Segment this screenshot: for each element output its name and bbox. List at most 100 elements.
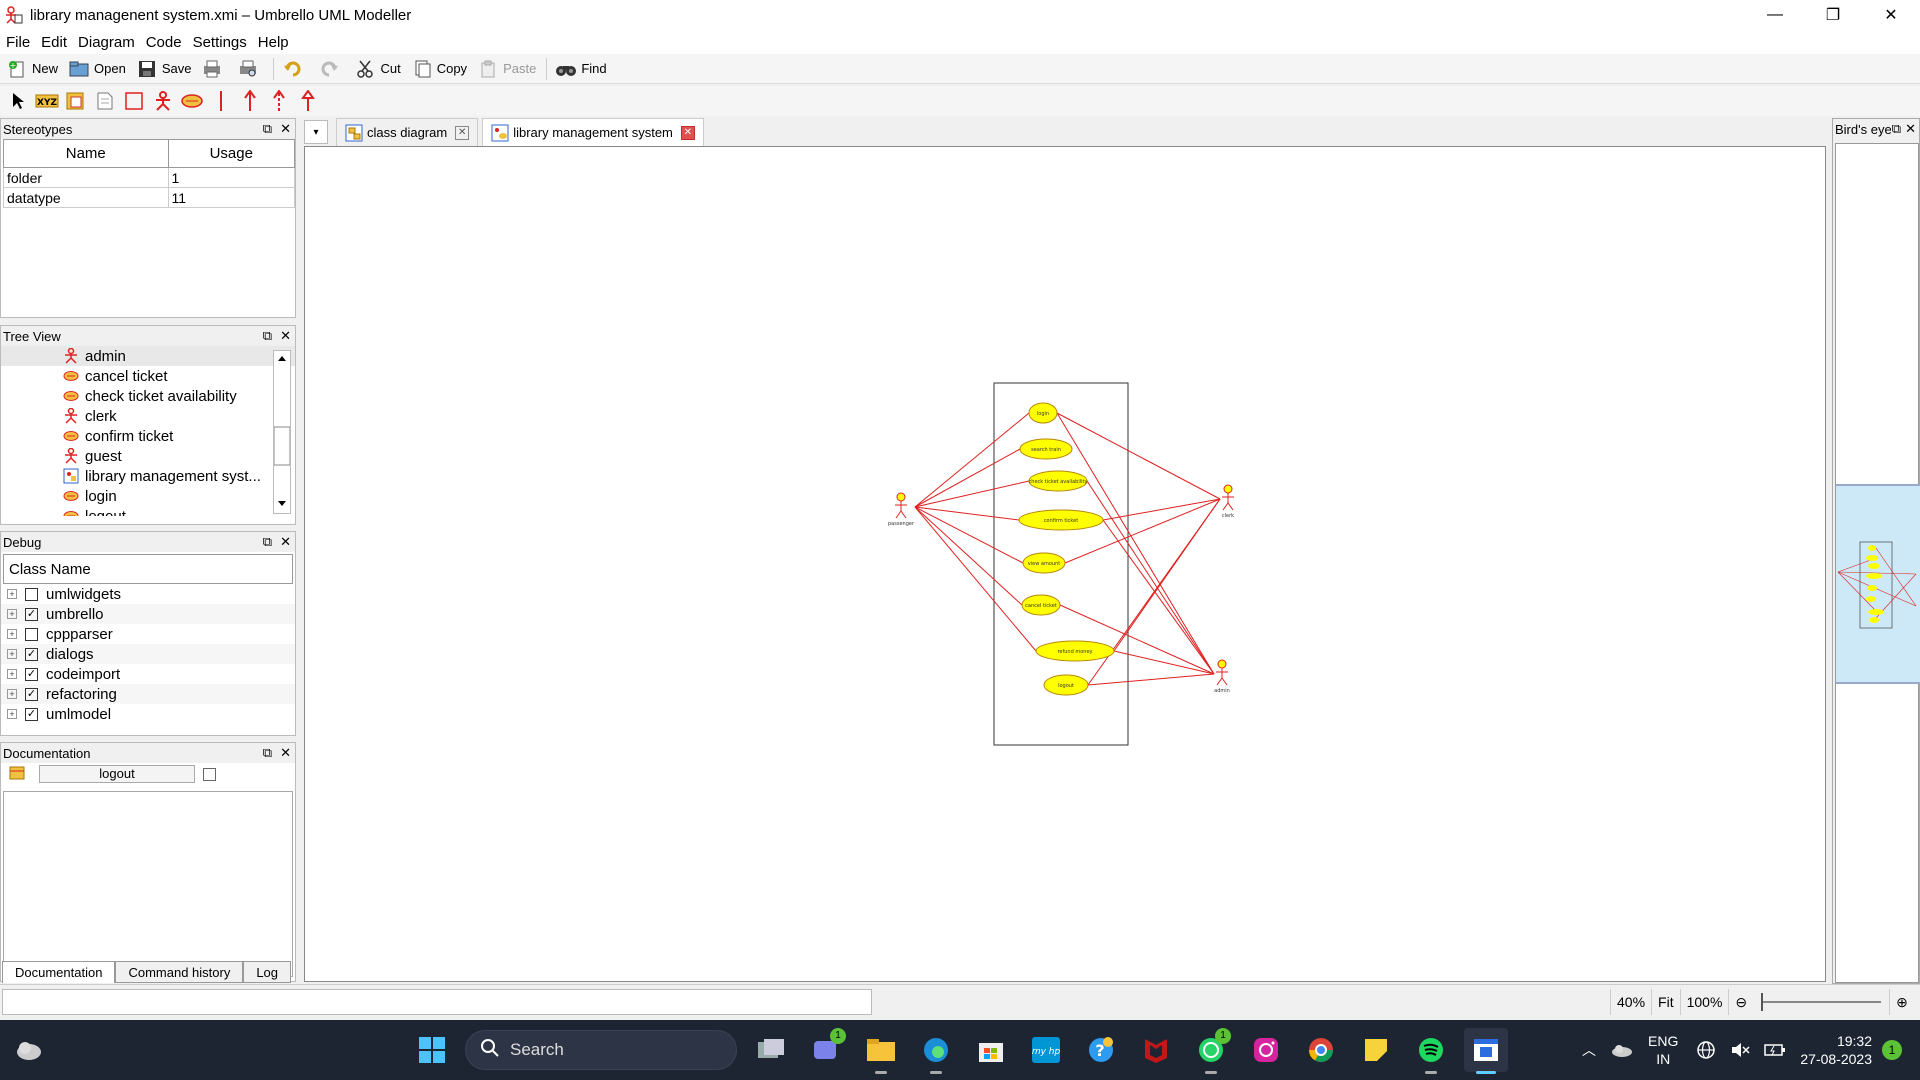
documentation-textarea[interactable] — [3, 791, 293, 977]
menu-diagram[interactable]: Diagram — [78, 34, 135, 51]
copy-button[interactable]: Copy — [411, 58, 467, 80]
expand-icon[interactable]: + — [7, 669, 17, 679]
note-icon[interactable] — [64, 89, 88, 113]
debug-item[interactable]: + ✓ dialogs — [1, 644, 295, 664]
column-header-name[interactable]: Name — [3, 139, 169, 168]
instagram-icon[interactable] — [1244, 1028, 1288, 1072]
debug-item[interactable]: + umlwidgets — [1, 584, 295, 604]
column-header-usage[interactable]: Usage — [167, 139, 296, 168]
close-panel-icon[interactable]: ✕ — [280, 328, 291, 344]
find-button[interactable]: Find — [555, 58, 607, 80]
float-panel-icon[interactable]: ⧉ — [263, 534, 272, 550]
debug-item[interactable]: + ✓ umlmodel — [1, 704, 295, 724]
float-panel-icon[interactable]: ⧉ — [263, 121, 272, 137]
expand-icon[interactable]: + — [7, 629, 17, 639]
start-windows-icon[interactable] — [410, 1028, 454, 1072]
tab-library-management-system[interactable]: library management system ✕ — [482, 118, 704, 146]
float-panel-icon[interactable]: ⧉ — [263, 328, 272, 344]
float-panel-icon[interactable]: ⧉ — [263, 745, 272, 761]
tree-item[interactable]: confirm ticket — [1, 426, 295, 446]
usecase-diagram[interactable]: login search train check ticket availabili… — [305, 147, 1825, 981]
menu-edit[interactable]: Edit — [41, 34, 67, 51]
diagram-canvas[interactable]: login search train check ticket availabili… — [304, 146, 1826, 982]
tab-menu-icon[interactable]: ▾ — [304, 120, 328, 144]
chevron-up-icon[interactable]: ︿ — [1582, 1040, 1596, 1060]
checkbox[interactable] — [25, 627, 38, 641]
minimize-button[interactable]: — — [1746, 0, 1804, 30]
tree-item[interactable]: admin — [1, 346, 295, 366]
expand-icon[interactable]: + — [7, 609, 17, 619]
whatsapp-icon[interactable]: 1 — [1189, 1028, 1233, 1074]
tab-log[interactable]: Log — [243, 961, 292, 983]
tree-item[interactable]: clerk — [1, 406, 295, 426]
dependency-arrow-icon[interactable] — [267, 89, 291, 113]
teams-chat-icon[interactable]: 1 — [804, 1028, 848, 1072]
debug-item[interactable]: + ✓ umbrello — [1, 604, 295, 624]
checkbox-checked[interactable]: ✓ — [25, 667, 38, 681]
debug-item[interactable]: + ✓ refactoring — [1, 684, 295, 704]
column-header-class-name[interactable]: Class Name — [3, 554, 293, 584]
language-indicator[interactable]: ENG IN — [1648, 1032, 1678, 1068]
checkbox-checked[interactable]: ✓ — [25, 607, 38, 621]
tab-command-history[interactable]: Command history — [115, 961, 244, 983]
close-window-button[interactable]: ✕ — [1862, 0, 1920, 30]
expand-icon[interactable]: + — [7, 649, 17, 659]
debug-item[interactable]: + cppparser — [1, 624, 295, 644]
generalization-arrow-icon[interactable] — [296, 89, 320, 113]
tree-item[interactable]: check ticket availability — [1, 386, 295, 406]
file-explorer-icon[interactable] — [859, 1028, 903, 1074]
expand-icon[interactable]: + — [7, 709, 17, 719]
open-button[interactable]: Open — [68, 58, 126, 80]
mcafee-icon[interactable] — [1134, 1028, 1178, 1072]
documentation-checkbox[interactable] — [203, 767, 216, 781]
zoom-100-button[interactable]: 100% — [1679, 989, 1729, 1015]
edge-browser-icon[interactable] — [914, 1028, 958, 1074]
print-preview-button[interactable] — [237, 58, 263, 80]
zoom-in-icon[interactable]: ⊕ — [1889, 989, 1914, 1015]
checkbox-checked[interactable]: ✓ — [25, 647, 38, 661]
menu-code[interactable]: Code — [146, 34, 182, 51]
table-row[interactable]: folder 1 — [3, 167, 296, 188]
tab-class-diagram[interactable]: class diagram ✕ — [336, 118, 479, 146]
speaker-muted-icon[interactable] — [1730, 1041, 1750, 1059]
menu-settings[interactable]: Settings — [193, 34, 247, 51]
globe-network-icon[interactable] — [1696, 1040, 1716, 1060]
zoom-out-icon[interactable]: ⊖ — [1728, 989, 1753, 1015]
sticky-notes-icon[interactable] — [1354, 1028, 1398, 1072]
checkbox[interactable] — [25, 587, 38, 601]
notification-badge[interactable]: 1 — [1882, 1040, 1902, 1060]
taskbar-search[interactable]: Search — [465, 1030, 737, 1070]
zoom-slider-handle[interactable] — [1761, 993, 1764, 1011]
cut-button[interactable]: Cut — [354, 58, 401, 80]
float-panel-icon[interactable]: ⧉ — [1892, 121, 1901, 137]
tab-documentation[interactable]: Documentation — [2, 961, 116, 983]
close-panel-icon[interactable]: ✕ — [280, 745, 291, 761]
spotify-icon[interactable] — [1409, 1028, 1453, 1074]
undo-button[interactable] — [282, 58, 308, 80]
get-help-icon[interactable]: ? — [1079, 1028, 1123, 1072]
tree-scrollbar[interactable] — [273, 350, 291, 514]
checkbox-checked[interactable]: ✓ — [25, 707, 38, 721]
close-panel-icon[interactable]: ✕ — [1905, 121, 1916, 137]
umbrello-taskbar-icon[interactable] — [1464, 1028, 1508, 1074]
actor-tool-icon[interactable] — [151, 89, 175, 113]
paste-button[interactable]: Paste — [477, 58, 536, 80]
save-button[interactable]: Save — [136, 58, 191, 80]
select-arrow-icon[interactable] — [6, 89, 30, 113]
microsoft-store-icon[interactable] — [969, 1028, 1013, 1072]
zoom-fit-button[interactable]: Fit — [1651, 989, 1680, 1015]
battery-icon[interactable] — [1764, 1042, 1786, 1058]
weather-cloud-icon[interactable] — [14, 1036, 44, 1064]
expand-icon[interactable]: + — [7, 689, 17, 699]
anchor-note-icon[interactable] — [93, 89, 117, 113]
close-panel-icon[interactable]: ✕ — [280, 121, 291, 137]
onedrive-cloud-icon[interactable] — [1610, 1042, 1634, 1058]
tree-item[interactable]: cancel ticket — [1, 366, 295, 386]
tree-item[interactable]: login — [1, 486, 295, 506]
debug-item[interactable]: + ✓ codeimport — [1, 664, 295, 684]
birds-eye-viewport[interactable] — [1836, 484, 1920, 684]
birds-eye-view[interactable] — [1835, 143, 1920, 983]
myhp-icon[interactable]: my hp — [1024, 1028, 1068, 1072]
usecase-tool-icon[interactable] — [180, 89, 204, 113]
box-tool-icon[interactable] — [122, 89, 146, 113]
